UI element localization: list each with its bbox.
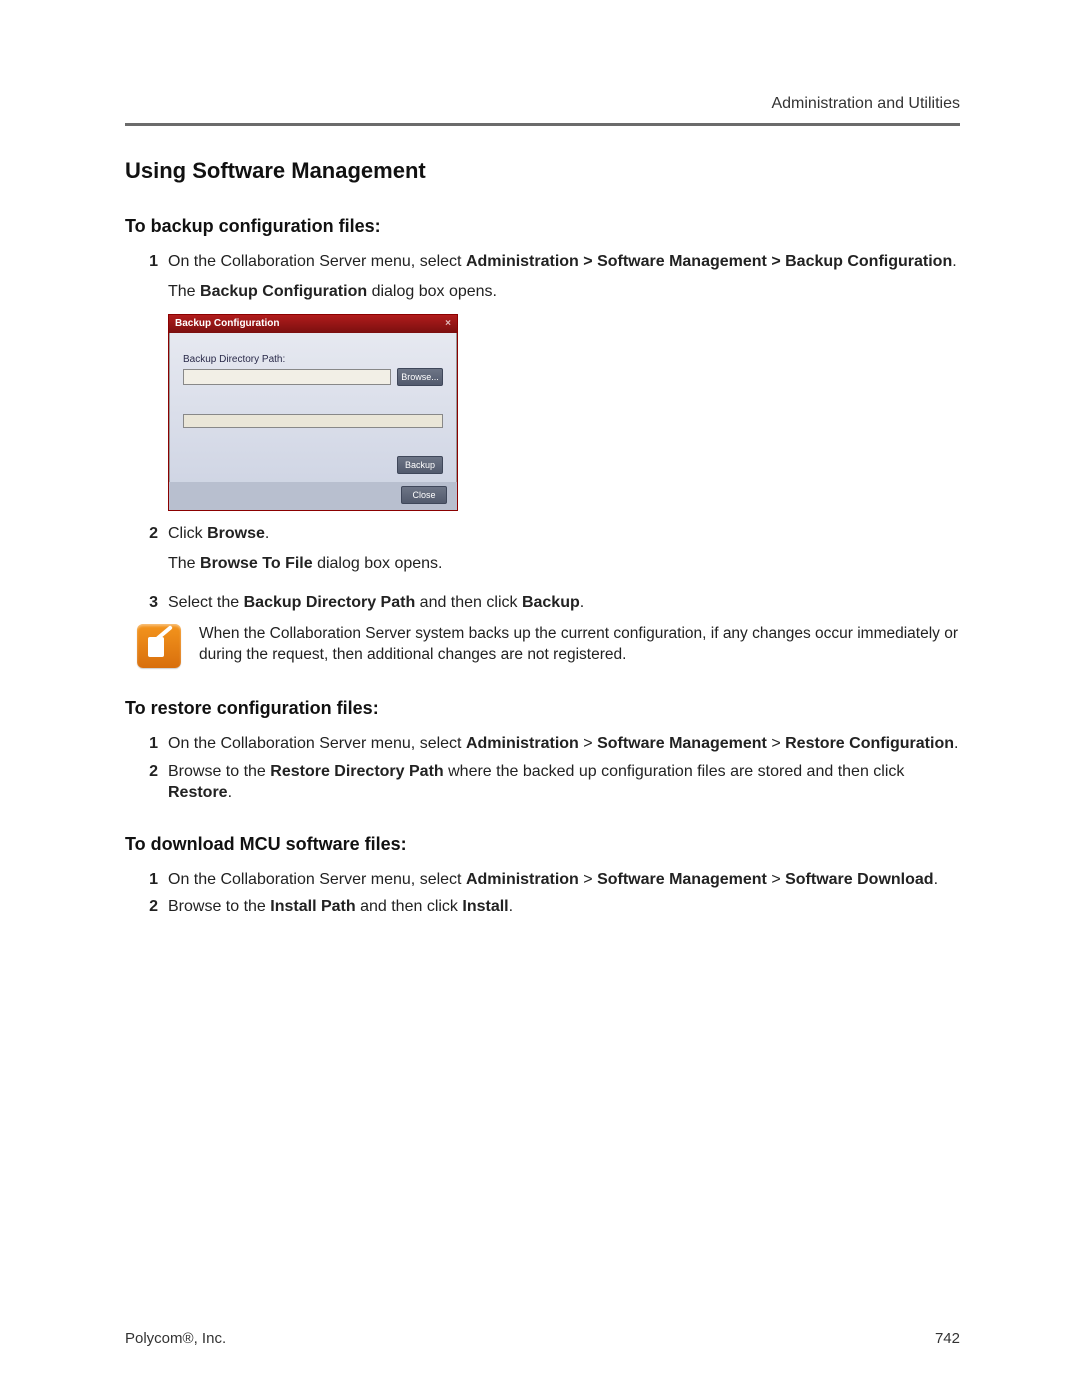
dialog-titlebar: Backup Configuration ×: [169, 315, 457, 333]
text: >: [579, 871, 597, 888]
ui-label: Software Management: [597, 871, 767, 888]
step-body: Browse to the Install Path and then clic…: [168, 896, 960, 918]
ui-label: Restore Configuration: [785, 735, 954, 752]
running-header: Administration and Utilities: [125, 95, 960, 113]
list-item: 2 Click Browse. The Browse To File dialo…: [140, 523, 960, 586]
text: .: [580, 594, 584, 611]
text: .: [954, 735, 958, 752]
download-heading: To download MCU software files:: [125, 834, 960, 855]
text: Browse to the: [168, 898, 270, 915]
backup-steps: 1 On the Collaboration Server menu, sele…: [125, 251, 960, 614]
ui-label: Administration: [466, 735, 579, 752]
step-number: 1: [140, 251, 158, 517]
dialog-title: Backup Configuration: [175, 317, 279, 331]
text: On the Collaboration Server menu, select: [168, 253, 466, 270]
text: dialog box opens.: [313, 555, 443, 572]
dialog-body: Backup Directory Path: Browse... Backup: [169, 333, 457, 483]
dialog-name: Backup Configuration: [200, 283, 367, 300]
backup-config-dialog: Backup Configuration × Backup Directory …: [168, 314, 458, 511]
directory-path-input[interactable]: [183, 369, 391, 385]
registered-symbol: ®: [183, 1330, 194, 1347]
list-item: 1 On the Collaboration Server menu, sele…: [140, 733, 960, 755]
backup-heading: To backup configuration files:: [125, 216, 960, 237]
browse-button[interactable]: Browse...: [397, 368, 443, 386]
text: and then click: [415, 594, 522, 611]
company-name: Polycom®, Inc.: [125, 1330, 226, 1347]
text: .: [265, 525, 269, 542]
text: Polycom: [125, 1330, 183, 1347]
header-rule: [125, 123, 960, 126]
ui-label: Browse: [207, 525, 265, 542]
text: On the Collaboration Server menu, select: [168, 871, 466, 888]
ui-label: Restore Directory Path: [270, 763, 443, 780]
text: .: [509, 898, 513, 915]
step-body: Select the Backup Directory Path and the…: [168, 592, 960, 614]
step-number: 2: [140, 761, 158, 804]
step-body: Browse to the Restore Directory Path whe…: [168, 761, 960, 804]
text: Select the: [168, 594, 244, 611]
restore-steps: 1 On the Collaboration Server menu, sele…: [125, 733, 960, 804]
text: Click: [168, 525, 207, 542]
ui-label: Backup Directory Path: [244, 594, 416, 611]
step-body: On the Collaboration Server menu, select…: [168, 869, 960, 891]
close-icon[interactable]: ×: [445, 317, 451, 331]
note-text: When the Collaboration Server system bac…: [199, 624, 960, 668]
ui-label: Restore: [168, 784, 228, 801]
step-body: On the Collaboration Server menu, select…: [168, 251, 960, 517]
text: >: [767, 871, 785, 888]
text: The: [168, 555, 200, 572]
text: .: [228, 784, 232, 801]
ui-label: Software Download: [785, 871, 933, 888]
ui-label: Administration: [466, 871, 579, 888]
step-number: 2: [140, 896, 158, 918]
step-number: 1: [140, 733, 158, 755]
list-item: 3 Select the Backup Directory Path and t…: [140, 592, 960, 614]
progress-bar: [183, 414, 443, 428]
text: dialog box opens.: [367, 283, 497, 300]
list-item: 2 Browse to the Restore Directory Path w…: [140, 761, 960, 804]
text: , Inc.: [194, 1330, 227, 1347]
dialog-footer: Close: [169, 482, 457, 510]
path-row: Browse...: [183, 368, 443, 386]
page-footer: Polycom®, Inc. 742: [125, 1330, 960, 1347]
step-result: The Browse To File dialog box opens.: [168, 553, 960, 575]
ui-label: Install Path: [270, 898, 355, 915]
list-item: 1 On the Collaboration Server menu, sele…: [140, 869, 960, 891]
page-number: 742: [935, 1330, 960, 1347]
page-title: Using Software Management: [125, 158, 960, 184]
dialog-actions: Backup: [183, 456, 443, 474]
step-body: On the Collaboration Server menu, select…: [168, 733, 960, 755]
field-label: Backup Directory Path:: [183, 353, 443, 367]
text: The: [168, 283, 200, 300]
menu-path: Administration > Software Management > B…: [466, 253, 952, 270]
note-block: When the Collaboration Server system bac…: [137, 624, 960, 668]
restore-heading: To restore configuration files:: [125, 698, 960, 719]
step-number: 1: [140, 869, 158, 891]
text: Browse to the: [168, 763, 270, 780]
download-steps: 1 On the Collaboration Server menu, sele…: [125, 869, 960, 918]
step-result: The Backup Configuration dialog box open…: [168, 281, 960, 303]
pencil-icon: [146, 633, 172, 659]
ui-label: Backup: [522, 594, 580, 611]
ui-label: Install: [462, 898, 508, 915]
step-body: Click Browse. The Browse To File dialog …: [168, 523, 960, 586]
ui-label: Software Management: [597, 735, 767, 752]
close-button[interactable]: Close: [401, 486, 447, 504]
text: On the Collaboration Server menu, select: [168, 735, 466, 752]
text: .: [934, 871, 938, 888]
step-number: 2: [140, 523, 158, 586]
text: .: [952, 253, 956, 270]
dialog-name: Browse To File: [200, 555, 313, 572]
note-icon: [137, 624, 181, 668]
text: where the backed up configuration files …: [444, 763, 905, 780]
text: >: [579, 735, 597, 752]
list-item: 1 On the Collaboration Server menu, sele…: [140, 251, 960, 517]
list-item: 2 Browse to the Install Path and then cl…: [140, 896, 960, 918]
document-page: Administration and Utilities Using Softw…: [0, 0, 1080, 1397]
backup-button[interactable]: Backup: [397, 456, 443, 474]
text: and then click: [356, 898, 463, 915]
text: >: [767, 735, 785, 752]
step-number: 3: [140, 592, 158, 614]
